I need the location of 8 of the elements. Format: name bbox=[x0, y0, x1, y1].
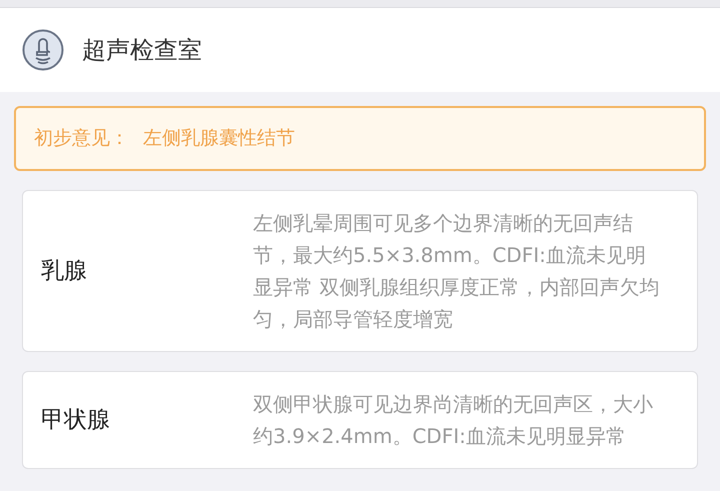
opinion-text: 左侧乳腺囊性结节 bbox=[143, 126, 295, 152]
finding-description: 双侧甲状腺可见边界尚清晰的无回声区，大小约3.9×2.4mm。CDFI:血流未见明显异常 bbox=[253, 391, 654, 450]
organ-name: 甲状腺 bbox=[41, 406, 111, 435]
page-title: 超声检查室 bbox=[82, 35, 202, 66]
ultrasound-probe-icon bbox=[22, 29, 64, 71]
organ-name: 乳腺 bbox=[41, 256, 88, 286]
finding-description: 左侧乳晕周围可见多个边界清晰的无回声结节，最大约5.5×3.8mm。CDFI:血流未见明显异常 双侧乳腺组织厚度正常，内部回声欠均匀，局部导管轻度增宽 bbox=[253, 210, 660, 333]
opinion-label: 初步意见： bbox=[34, 126, 129, 152]
